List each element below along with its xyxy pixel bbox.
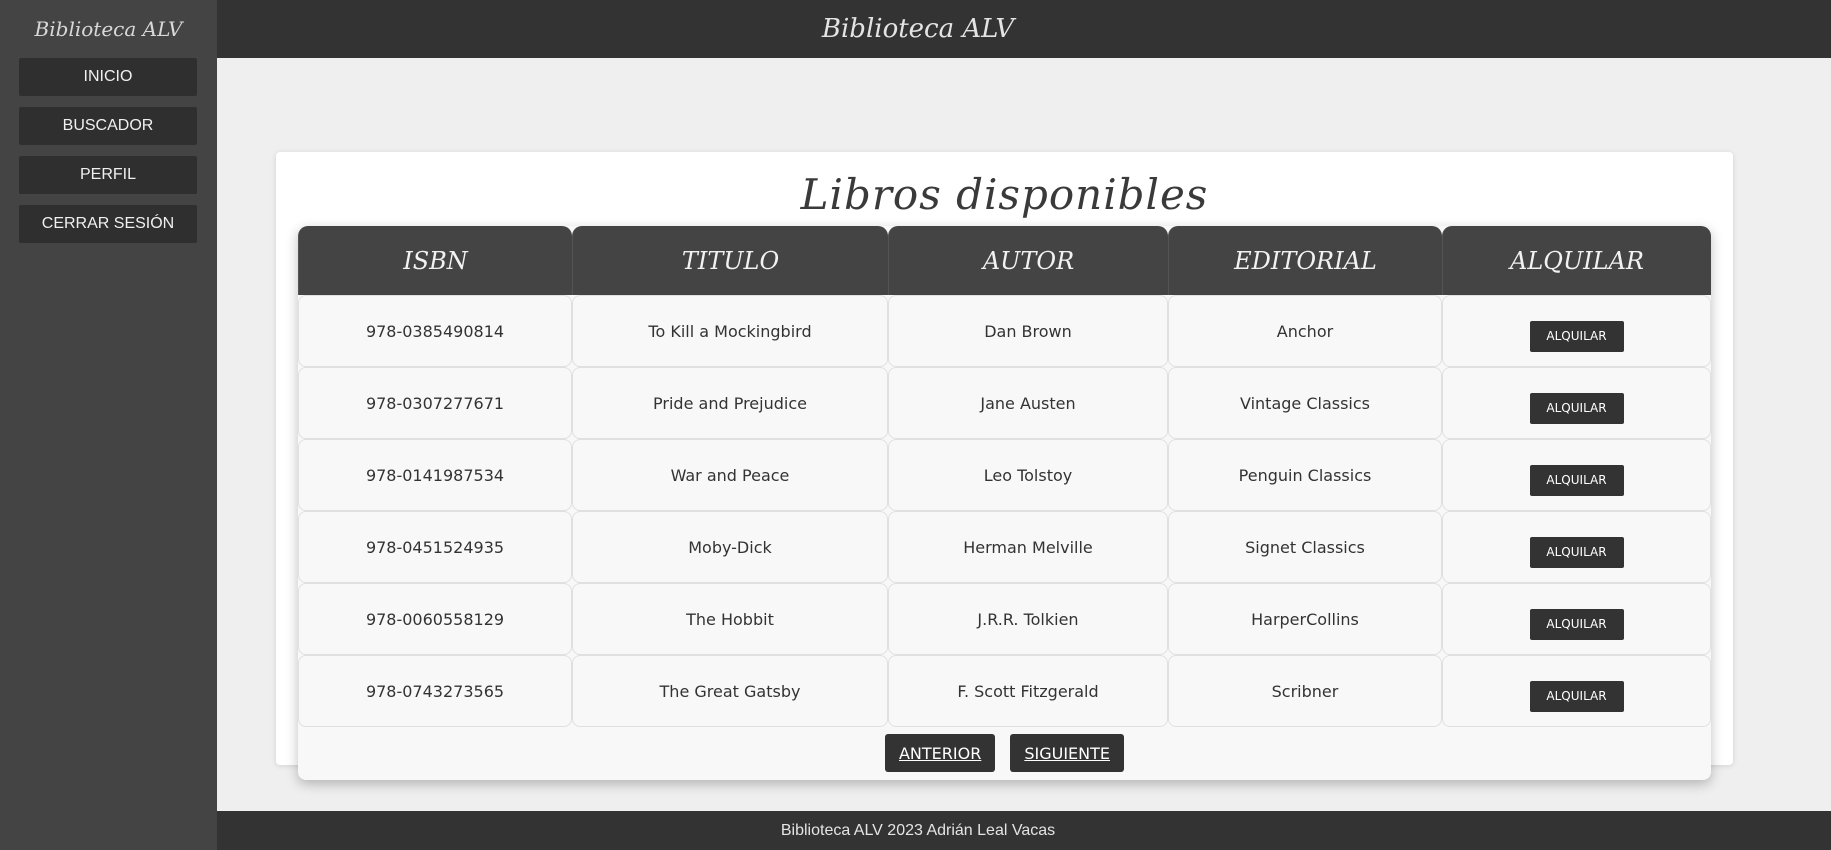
header-title: Biblioteca ALV bbox=[821, 14, 1015, 44]
rent-button[interactable]: ALQUILAR bbox=[1529, 608, 1624, 640]
cell-action: ALQUILAR bbox=[1442, 439, 1711, 511]
table-row: 978-0743273565 The Great Gatsby F. Scott… bbox=[298, 655, 1711, 727]
cell-author: Herman Melville bbox=[888, 511, 1168, 583]
books-table: ISBN TITULO AUTOR EDITORIAL ALQUILAR 978… bbox=[298, 226, 1711, 780]
cell-isbn: 978-0060558129 bbox=[298, 583, 572, 655]
table-header-row: ISBN TITULO AUTOR EDITORIAL ALQUILAR bbox=[298, 226, 1711, 295]
rent-button[interactable]: ALQUILAR bbox=[1529, 392, 1624, 424]
cell-action: ALQUILAR bbox=[1442, 295, 1711, 367]
cell-action: ALQUILAR bbox=[1442, 367, 1711, 439]
cell-title: Pride and Prejudice bbox=[572, 367, 888, 439]
cell-publisher: Penguin Classics bbox=[1168, 439, 1442, 511]
nav-buscador-button[interactable]: BUSCADOR bbox=[19, 107, 197, 145]
cell-action: ALQUILAR bbox=[1442, 655, 1711, 727]
column-header-editorial: EDITORIAL bbox=[1168, 226, 1442, 295]
column-header-isbn: ISBN bbox=[298, 226, 572, 295]
cell-title: War and Peace bbox=[572, 439, 888, 511]
sidebar: Biblioteca ALV INICIO BUSCADOR PERFIL CE… bbox=[0, 0, 217, 850]
table-row: 978-0307277671 Pride and Prejudice Jane … bbox=[298, 367, 1711, 439]
rent-button[interactable]: ALQUILAR bbox=[1529, 680, 1624, 712]
cell-action: ALQUILAR bbox=[1442, 511, 1711, 583]
cell-publisher: Anchor bbox=[1168, 295, 1442, 367]
cell-author: F. Scott Fitzgerald bbox=[888, 655, 1168, 727]
cell-title: Moby-Dick bbox=[572, 511, 888, 583]
next-page-button[interactable]: SIGUIENTE bbox=[1010, 734, 1124, 772]
cell-publisher: Vintage Classics bbox=[1168, 367, 1442, 439]
sidebar-logo-title: Biblioteca ALV bbox=[34, 17, 183, 41]
cell-title: To Kill a Mockingbird bbox=[572, 295, 888, 367]
cell-isbn: 978-0385490814 bbox=[298, 295, 572, 367]
footer-text: Biblioteca ALV 2023 Adrián Leal Vacas bbox=[780, 821, 1056, 839]
cell-title: The Great Gatsby bbox=[572, 655, 888, 727]
table-row: 978-0060558129 The Hobbit J.R.R. Tolkien… bbox=[298, 583, 1711, 655]
cell-publisher: Scribner bbox=[1168, 655, 1442, 727]
nav-cerrar-sesion-button[interactable]: CERRAR SESIÓN bbox=[19, 205, 197, 243]
cell-author: Dan Brown bbox=[888, 295, 1168, 367]
cell-publisher: HarperCollins bbox=[1168, 583, 1442, 655]
cell-isbn: 978-0307277671 bbox=[298, 367, 572, 439]
pagination: ANTERIOR SIGUIENTE bbox=[298, 727, 1711, 779]
table-row: 978-0385490814 To Kill a Mockingbird Dan… bbox=[298, 295, 1711, 367]
column-header-titulo: TITULO bbox=[572, 226, 888, 295]
cell-action: ALQUILAR bbox=[1442, 583, 1711, 655]
cell-isbn: 978-0141987534 bbox=[298, 439, 572, 511]
rent-button[interactable]: ALQUILAR bbox=[1529, 536, 1624, 568]
cell-author: J.R.R. Tolkien bbox=[888, 583, 1168, 655]
rent-button[interactable]: ALQUILAR bbox=[1529, 320, 1624, 352]
footer: Biblioteca ALV 2023 Adrián Leal Vacas bbox=[217, 811, 1831, 850]
rent-button[interactable]: ALQUILAR bbox=[1529, 464, 1624, 496]
cell-title: The Hobbit bbox=[572, 583, 888, 655]
cell-isbn: 978-0451524935 bbox=[298, 511, 572, 583]
table-row: 978-0141987534 War and Peace Leo Tolstoy… bbox=[298, 439, 1711, 511]
cell-isbn: 978-0743273565 bbox=[298, 655, 572, 727]
nav-perfil-button[interactable]: PERFIL bbox=[19, 156, 197, 194]
column-header-autor: AUTOR bbox=[888, 226, 1168, 295]
cell-author: Jane Austen bbox=[888, 367, 1168, 439]
column-header-alquilar: ALQUILAR bbox=[1442, 226, 1711, 295]
nav-inicio-button[interactable]: INICIO bbox=[19, 58, 197, 96]
previous-page-button[interactable]: ANTERIOR bbox=[884, 734, 996, 772]
cell-author: Leo Tolstoy bbox=[888, 439, 1168, 511]
cell-publisher: Signet Classics bbox=[1168, 511, 1442, 583]
top-header: Biblioteca ALV bbox=[217, 0, 1831, 58]
page-title: Libros disponibles bbox=[800, 170, 1209, 219]
table-row: 978-0451524935 Moby-Dick Herman Melville… bbox=[298, 511, 1711, 583]
